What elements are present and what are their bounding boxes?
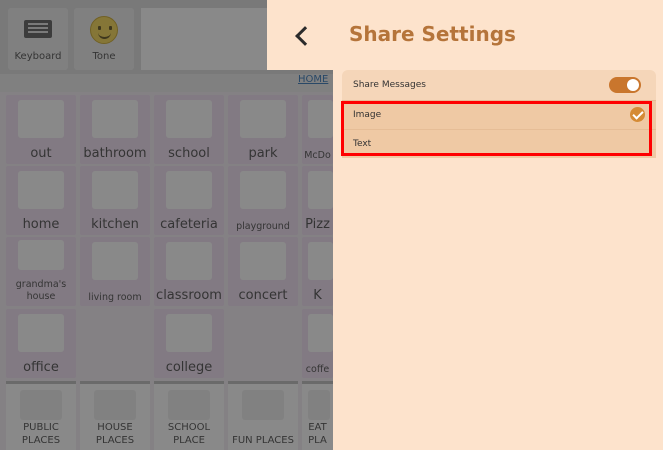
image-option-label: Image — [353, 110, 382, 120]
category-label: EAT PLA — [308, 422, 327, 446]
tile-concert[interactable]: concert — [228, 237, 298, 306]
tone-label: Tone — [92, 51, 116, 62]
bathtub-icon — [92, 100, 138, 138]
chevron-left-icon — [295, 26, 315, 46]
tile-college[interactable]: college — [154, 309, 224, 378]
tile-classroom[interactable]: classroom — [154, 237, 224, 306]
page-title: Share Settings — [349, 22, 516, 46]
home-link[interactable]: HOME — [298, 74, 328, 85]
category-public-places[interactable]: PUBLIC PLACES — [6, 381, 76, 450]
sofa-icon — [92, 242, 138, 280]
tile-label: playground — [236, 221, 290, 232]
concert-icon — [240, 242, 286, 280]
tile-label: McDo — [304, 150, 331, 161]
tile-bathroom[interactable]: bathroom — [80, 95, 150, 164]
tile-label: kitchen — [91, 217, 139, 232]
tile-cafeteria[interactable]: cafeteria — [154, 166, 224, 235]
tile-kitchen[interactable]: kitchen — [80, 166, 150, 235]
tile-label: living room — [88, 292, 142, 303]
out-icon — [18, 100, 64, 138]
house-icon — [18, 171, 64, 209]
text-option-label: Text — [353, 139, 372, 149]
tile-park[interactable]: park — [228, 95, 298, 164]
tile-mcdonalds[interactable]: McDo — [302, 95, 333, 164]
coffee-shop-icon — [308, 314, 333, 352]
category-school-place[interactable]: SCHOOL PLACE — [154, 381, 224, 450]
tile-label: park — [248, 146, 278, 161]
mcdonalds-logo-icon — [308, 100, 333, 138]
category-label: HOUSE PLACES — [95, 422, 135, 446]
tile-label: Pizz — [305, 217, 330, 232]
tile-label: classroom — [156, 288, 222, 303]
tile-out[interactable]: out — [6, 95, 76, 164]
tile-label: K — [313, 288, 322, 303]
category-label: SCHOOL PLACE — [167, 422, 211, 446]
tile-label: college — [165, 360, 213, 375]
smiley-icon — [90, 16, 118, 44]
pizza-logo-icon — [308, 171, 333, 209]
category-fun-places[interactable]: FUN PLACES — [228, 381, 298, 450]
tile-label: coffe — [305, 364, 330, 375]
share-messages-label: Share Messages — [353, 80, 426, 90]
back-button[interactable] — [289, 16, 315, 56]
grandma-icon — [18, 240, 64, 270]
text-option-row[interactable]: Text — [342, 130, 656, 158]
kfc-logo-icon — [308, 242, 333, 280]
category-house-places[interactable]: HOUSE PLACES — [80, 381, 150, 450]
category-eat-places[interactable]: EAT PLA — [302, 381, 333, 450]
message-box[interactable] — [141, 8, 271, 70]
tile-label: cafeteria — [160, 217, 218, 232]
tile-kfc[interactable]: K — [302, 237, 333, 306]
tile-label: office — [23, 360, 59, 375]
tile-grandmas-house[interactable]: grandma's house — [6, 237, 76, 306]
house-outline-icon — [94, 390, 136, 420]
tile-pizza[interactable]: Pizz — [302, 166, 333, 235]
ferris-wheel-icon — [242, 390, 284, 420]
tone-button[interactable]: Tone — [74, 8, 134, 70]
tile-label: grandma's house — [15, 279, 67, 302]
tile-label: bathroom — [83, 146, 147, 161]
keyboard-icon — [24, 20, 52, 38]
kitchen-icon — [92, 171, 138, 209]
school-icon — [166, 100, 212, 138]
park-bench-icon — [240, 100, 286, 138]
category-label: PUBLIC PLACES — [21, 422, 61, 446]
tile-label: school — [168, 146, 210, 161]
cafeteria-icon — [166, 171, 212, 209]
playground-icon — [240, 171, 286, 209]
people-icon — [20, 390, 62, 420]
keyboard-label: Keyboard — [14, 51, 62, 62]
tile-office[interactable]: office — [6, 309, 76, 378]
tile-playground[interactable]: playground — [228, 166, 298, 235]
tile-school[interactable]: school — [154, 95, 224, 164]
college-icon — [166, 314, 212, 352]
tile-label: home — [22, 217, 60, 232]
tile-living-room[interactable]: living room — [80, 237, 150, 306]
category-label: FUN PLACES — [232, 435, 294, 446]
image-option-row[interactable]: Image — [342, 101, 656, 129]
tile-label: out — [30, 146, 52, 161]
tile-home[interactable]: home — [6, 166, 76, 235]
keyboard-button[interactable]: Keyboard — [8, 8, 68, 70]
classroom-icon — [166, 242, 212, 280]
tile-label: concert — [238, 288, 288, 303]
school-building-icon — [168, 390, 210, 420]
tile-coffee[interactable]: coffe — [302, 309, 333, 378]
share-settings-panel — [333, 0, 663, 450]
checkmark-icon — [630, 107, 645, 122]
eating-icon — [308, 390, 330, 420]
office-desk-icon — [18, 314, 64, 352]
share-messages-toggle[interactable] — [609, 77, 641, 93]
